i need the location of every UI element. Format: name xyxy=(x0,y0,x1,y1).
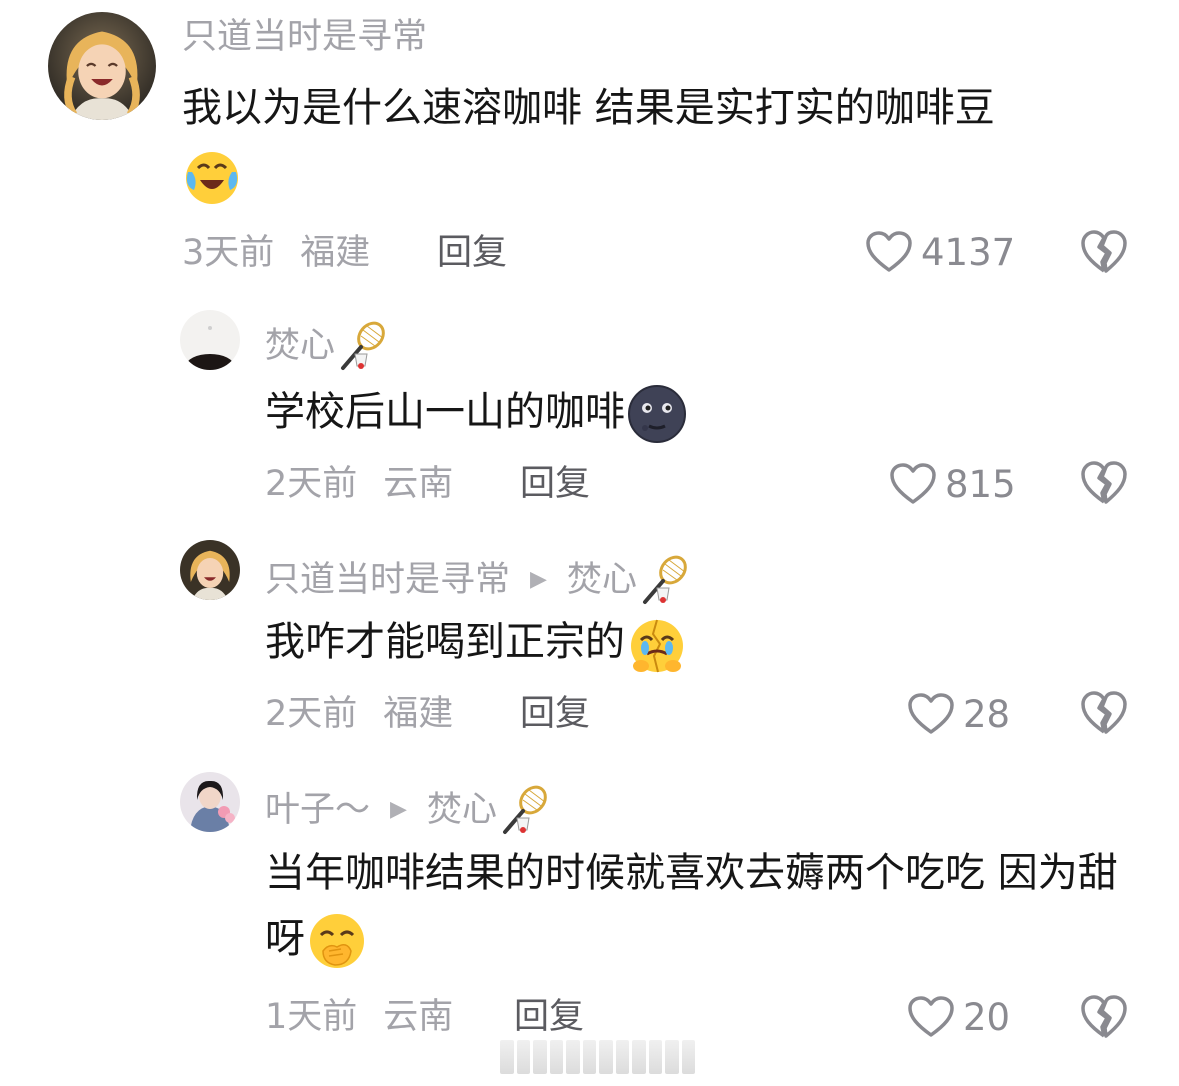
comment-text-label: 我咋才能喝到正宗的 xyxy=(265,619,625,665)
heart-icon xyxy=(866,231,912,272)
heart-icon xyxy=(908,996,954,1037)
avatar[interactable] xyxy=(48,12,156,120)
username-label[interactable]: 叶子～ xyxy=(265,792,370,828)
reply-to-username[interactable]: 焚心 xyxy=(567,562,637,598)
comment-text: 学校后山一山的咖啡 xyxy=(265,379,1145,445)
badminton-racket-icon xyxy=(639,554,691,606)
like-count: 28 xyxy=(963,692,1011,736)
comment-text-label: 学校后山一山的咖啡 xyxy=(265,389,625,435)
badminton-racket-icon xyxy=(499,784,551,836)
broken-heart-icon xyxy=(1081,995,1127,1038)
like-count: 20 xyxy=(963,995,1011,1039)
like-count: 815 xyxy=(945,462,1016,506)
comment-1: 只道当时是寻常 我以为是什么速溶咖啡 结果是实打实的咖啡豆 3天前 福建 回复 4… xyxy=(0,0,1179,290)
comment-2: 焚心 学校后山一山的咖啡 2天前 云南 回复 815 xyxy=(0,290,1179,520)
dislike-button[interactable] xyxy=(1080,690,1128,736)
badminton-racket-icon xyxy=(337,320,389,372)
broken-crying-emoji-icon xyxy=(627,614,687,674)
location: 云南 xyxy=(383,997,454,1037)
avatar[interactable] xyxy=(180,310,240,370)
dislike-button[interactable] xyxy=(1080,460,1128,506)
reply-button[interactable]: 回复 xyxy=(520,467,590,502)
username-label: 只道当时是寻常 xyxy=(182,17,428,57)
comment-3: 只道当时是寻常 ▶ 焚心 我咋才能喝到正宗的 2天前 福建 回复 28 xyxy=(0,520,1179,752)
timestamp: 1天前 xyxy=(265,997,358,1037)
comment-4: 叶子～ ▶ 焚心 当年咖啡结果的时候就喜欢去薅两个吃吃 因为甜呀 1天前 云南 回… xyxy=(0,752,1179,1052)
comment-meta: 2天前 福建 xyxy=(265,697,479,732)
reply-arrow-icon: ▶ xyxy=(530,567,547,592)
comment-text: 当年咖啡结果的时候就喜欢去薅两个吃吃 因为甜呀 xyxy=(265,840,1125,972)
like-button[interactable]: 815 xyxy=(889,462,1016,506)
hand-over-mouth-emoji-icon xyxy=(307,911,367,971)
location: 云南 xyxy=(383,464,454,504)
reply-button[interactable]: 回复 xyxy=(437,236,507,271)
comment-text: 我以为是什么速溶咖啡 结果是实打实的咖啡豆 xyxy=(182,75,1142,207)
comment-meta: 3天前 福建 xyxy=(182,236,396,271)
broken-heart-icon xyxy=(1081,691,1127,734)
comment-text-label: 我以为是什么速溶咖啡 结果是实打实的咖啡豆 xyxy=(182,85,995,131)
comment-text: 我咋才能喝到正宗的 xyxy=(265,609,1145,675)
username[interactable]: 焚心 xyxy=(265,320,389,372)
timestamp: 2天前 xyxy=(265,464,358,504)
username-label[interactable]: 只道当时是寻常 xyxy=(265,562,510,598)
timestamp: 2天前 xyxy=(265,694,358,734)
broken-heart-icon xyxy=(1081,461,1127,504)
reply-to-username[interactable]: 焚心 xyxy=(427,792,497,828)
avatar[interactable] xyxy=(180,540,240,600)
dislike-button[interactable] xyxy=(1080,229,1128,275)
location: 福建 xyxy=(300,233,371,273)
reply-button[interactable]: 回复 xyxy=(514,1000,584,1035)
avatar[interactable] xyxy=(180,772,240,832)
timestamp: 3天前 xyxy=(182,233,275,273)
like-button[interactable]: 20 xyxy=(907,995,1010,1039)
comment-text-label: 当年咖啡结果的时候就喜欢去薅两个吃吃 因为甜呀 xyxy=(265,850,1118,962)
heart-icon xyxy=(908,693,954,734)
username: 叶子～ ▶ 焚心 xyxy=(265,784,551,836)
location: 福建 xyxy=(383,694,454,734)
watermark xyxy=(500,1040,695,1074)
new-moon-face-emoji-icon xyxy=(627,384,687,444)
like-button[interactable]: 4137 xyxy=(865,230,1015,274)
comment-meta: 1天前 云南 xyxy=(265,1000,479,1035)
username: 只道当时是寻常 ▶ 焚心 xyxy=(265,554,691,606)
broken-heart-icon xyxy=(1081,230,1127,273)
username[interactable]: 只道当时是寻常 xyxy=(182,20,427,55)
reply-button[interactable]: 回复 xyxy=(520,697,590,732)
crying-laughing-emoji-icon xyxy=(182,146,242,206)
reply-arrow-icon: ▶ xyxy=(390,797,407,822)
username-label: 焚心 xyxy=(265,325,336,366)
dislike-button[interactable] xyxy=(1080,994,1128,1040)
like-count: 4137 xyxy=(921,230,1016,274)
like-button[interactable]: 28 xyxy=(907,692,1010,736)
heart-icon xyxy=(890,463,936,504)
comment-meta: 2天前 云南 xyxy=(265,467,479,502)
